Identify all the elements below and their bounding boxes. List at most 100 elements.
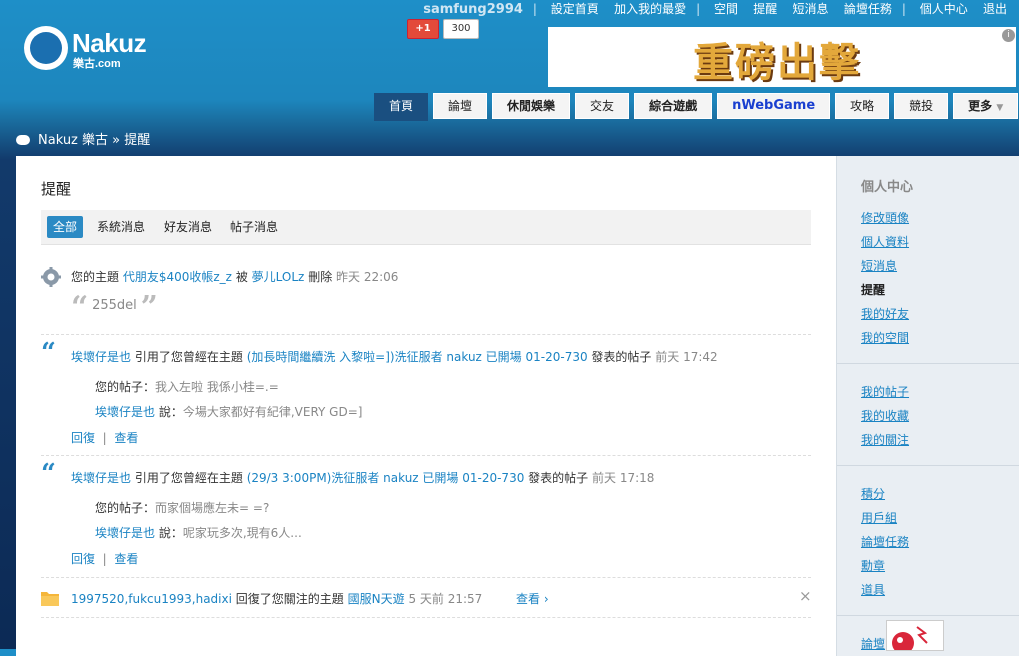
- close-icon[interactable]: ×: [799, 587, 812, 605]
- user-link[interactable]: 夢儿LOLz: [252, 270, 305, 284]
- sidebar-item-forum[interactable]: 論壇: [861, 635, 885, 652]
- your-post-text: 我入左啦 我係小桂=.=: [155, 380, 279, 394]
- main-nav: 首頁 論壇 休閒娛樂 交友 綜合遊戲 nWebGame 攻略 競投 更多 ▼: [374, 93, 1019, 121]
- tab-forum[interactable]: 論壇: [433, 93, 488, 119]
- quote-icon: “: [41, 338, 56, 368]
- quote-text: 255del: [92, 298, 137, 313]
- sidebar-item-notice[interactable]: 提醒: [861, 281, 885, 298]
- timestamp: 5 天前 21:57: [408, 592, 483, 606]
- sidebar-item-avatar[interactable]: 修改頭像: [861, 209, 909, 226]
- said-text: 說：: [158, 405, 183, 419]
- user-link[interactable]: 埃壞仔是也: [71, 471, 131, 485]
- view-link[interactable]: 查看: [114, 431, 138, 445]
- timestamp: 前天 17:42: [655, 350, 718, 364]
- user-link[interactable]: 埃壞仔是也: [95, 405, 155, 419]
- topic-link[interactable]: (加長時間繼續洗 入黎啦=])洗征服者 nakuz 已開場 01-20-730: [247, 350, 588, 364]
- divider: [41, 577, 811, 578]
- gplus-button[interactable]: +1: [407, 19, 439, 39]
- divider: |: [98, 552, 111, 566]
- tab-nwebgame[interactable]: nWebGame: [717, 93, 831, 119]
- breadcrumb-sep: »: [112, 133, 121, 148]
- user-link[interactable]: 埃壞仔是也: [95, 526, 155, 540]
- list-item: 您的主題 代朋友$400收帳z_z 被 夢儿LOLz 刪除 昨天 22:06 “…: [41, 266, 811, 326]
- sidebar-title: 個人中心: [861, 180, 914, 195]
- said-text: 說：: [158, 526, 183, 540]
- page-title: 提醒: [41, 180, 72, 198]
- ad-banner-text: 重磅出擊: [693, 39, 861, 86]
- your-post-label: 您的帖子：: [95, 380, 156, 394]
- username-link[interactable]: samfung2994: [423, 2, 523, 17]
- quote-open-icon: “: [71, 290, 89, 325]
- topic-link[interactable]: 國服N天遊: [348, 592, 405, 606]
- list-item: “ 埃壞仔是也 引用了您曾經在主題 (29/3 3:00PM)洗征服者 naku…: [41, 459, 811, 567]
- tab-auction[interactable]: 競投: [894, 93, 949, 119]
- forum-task-link[interactable]: 論壇任務: [844, 2, 892, 16]
- breadcrumb-home[interactable]: Nakuz 樂古: [38, 133, 108, 148]
- pm-link[interactable]: 短消息: [793, 2, 829, 16]
- sidebar-divider: [837, 363, 1019, 364]
- logout-link[interactable]: 退出: [983, 2, 1007, 16]
- tab-guides[interactable]: 攻略: [835, 93, 890, 119]
- logo-mark-inner: [30, 32, 62, 64]
- divider: [41, 455, 811, 456]
- notice-text: 引用了您曾經在主題: [134, 350, 243, 364]
- reply-text: 呢家玩多次,現有6人...: [182, 526, 302, 540]
- notice-text: 引用了您曾經在主題: [134, 471, 243, 485]
- sidebar-item-favorites[interactable]: 我的收藏: [861, 407, 909, 424]
- view-link[interactable]: 查看: [114, 552, 138, 566]
- space-link[interactable]: 空間: [714, 2, 738, 16]
- sidebar-item-posts[interactable]: 我的帖子: [861, 383, 909, 400]
- view-link[interactable]: 查看 ›: [516, 590, 549, 607]
- filter-all[interactable]: 全部: [47, 216, 84, 238]
- user-link[interactable]: 埃壞仔是也: [71, 350, 131, 364]
- chevron-down-icon: ▼: [996, 103, 1004, 113]
- your-post-label: 您的帖子：: [95, 501, 156, 515]
- top-nav: samfung2994 | 設定首頁 加入我的最愛 | 空間 提醒 短消息 論壇任務…: [423, 2, 1007, 17]
- sidebar-item-tasks[interactable]: 論壇任務: [861, 533, 909, 550]
- sidebar-item-credits[interactable]: 積分: [861, 485, 885, 502]
- sidebar-item-medals[interactable]: 勳章: [861, 557, 885, 574]
- sidebar-divider: [837, 465, 1019, 466]
- filter-system[interactable]: 系統消息: [91, 216, 151, 238]
- set-homepage-link[interactable]: 設定首頁: [551, 2, 599, 16]
- notice-text: 發表的帖子: [591, 350, 652, 364]
- list-item: “ 埃壞仔是也 引用了您曾經在主題 (加長時間繼續洗 入黎啦=])洗征服者 na…: [41, 338, 811, 446]
- folder-icon: [41, 592, 59, 606]
- reply-link[interactable]: 回復: [71, 431, 95, 445]
- quote-icon: “: [41, 459, 56, 489]
- tab-games[interactable]: 綜合遊戲: [634, 93, 713, 119]
- sidebar-item-items[interactable]: 道具: [861, 581, 885, 598]
- gplus-count: 300: [443, 19, 479, 39]
- sidebar-item-friends[interactable]: 我的好友: [861, 305, 909, 322]
- your-post-text: 而家個場應左未= =?: [155, 501, 270, 515]
- tab-friends[interactable]: 交友: [575, 93, 630, 119]
- tab-home[interactable]: 首頁: [374, 93, 429, 121]
- sidebar-item-pm[interactable]: 短消息: [861, 257, 897, 274]
- filter-posts[interactable]: 帖子消息: [224, 216, 284, 238]
- user-center-link[interactable]: 個人中心: [920, 2, 968, 16]
- tab-more[interactable]: 更多 ▼: [953, 93, 1019, 119]
- notice-link[interactable]: 提醒: [753, 2, 777, 16]
- filter-friends[interactable]: 好友消息: [158, 216, 218, 238]
- floating-widget[interactable]: [886, 620, 944, 654]
- tab-more-label: 更多: [968, 99, 993, 113]
- ad-info-icon[interactable]: i: [1002, 29, 1015, 42]
- sidebar-item-follow[interactable]: 我的關注: [861, 431, 909, 448]
- mascot-icon: [892, 626, 928, 654]
- add-favorite-link[interactable]: 加入我的最愛: [614, 2, 686, 16]
- action-text: 刪除: [308, 270, 333, 284]
- sidebar-item-usergroup[interactable]: 用戶組: [861, 509, 897, 526]
- breadcrumb-current: 提醒: [124, 133, 151, 148]
- filter-bar: 全部 系統消息 好友消息 帖子消息: [41, 210, 811, 245]
- tab-leisure[interactable]: 休閒娛樂: [492, 93, 571, 119]
- breadcrumb: Nakuz 樂古 » 提醒: [16, 129, 150, 148]
- sidebar-item-profile[interactable]: 個人資料: [861, 233, 909, 250]
- sidebar-item-space[interactable]: 我的空間: [861, 329, 909, 346]
- reply-link[interactable]: 回復: [71, 552, 95, 566]
- divider: |: [98, 431, 111, 445]
- users-link[interactable]: 1997520,fukcu1993,hadixi: [71, 592, 232, 606]
- by-word: 被: [235, 270, 248, 284]
- topic-link[interactable]: (29/3 3:00PM)洗征服者 nakuz 已開場 01-20-730: [247, 471, 525, 485]
- notice-prefix: 您的主題: [71, 270, 120, 284]
- topic-link[interactable]: 代朋友$400收帳z_z: [123, 270, 232, 284]
